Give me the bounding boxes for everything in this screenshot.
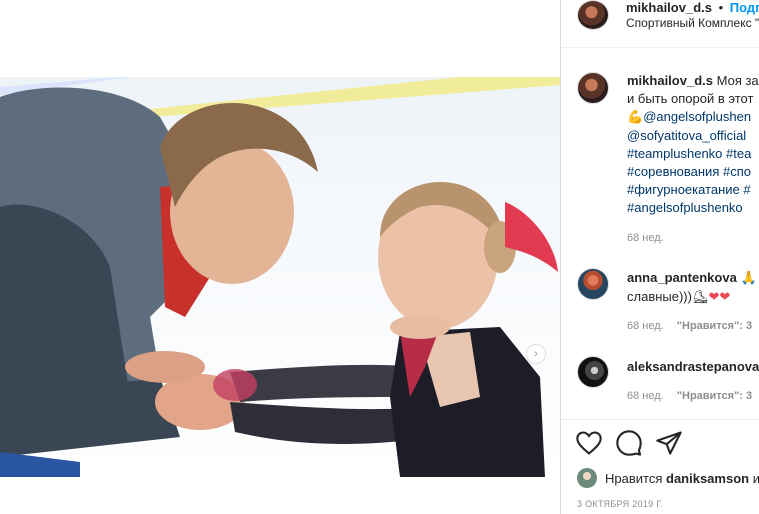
owner-avatar[interactable] [577,0,609,30]
post-header: mikhailov_d.s • Подп Спортивный Комплекс… [561,0,759,48]
heart-emoji-icon: ❤❤ [708,290,731,305]
muscle-emoji-icon: 💪 [627,110,644,125]
comment-likes[interactable]: "Нравится": 3 [677,390,752,402]
mention-link[interactable]: @sofyatitova_official [627,127,759,145]
separator-dot: • [718,0,724,15]
chevron-right-icon: › [534,348,538,360]
share-button[interactable] [655,429,683,457]
post-date[interactable]: 3 ОКТЯБРЯ 2019 Г. [577,499,663,509]
comment-username[interactable]: aleksandrastepanova [627,359,759,374]
heart-outline-icon [576,431,602,455]
mention-link[interactable]: @angelsofplushen [643,109,751,124]
liker-username[interactable]: daniksamson [666,471,749,486]
comment-avatar[interactable] [577,356,609,388]
owner-username[interactable]: mikhailov_d.s [626,0,712,15]
comment-time[interactable]: 68 нед. [627,320,664,332]
post-photo[interactable]: › [0,77,560,477]
photo-illustration [0,77,560,477]
hashtag-link[interactable]: #фигурноекатание # [627,181,759,199]
comment-username[interactable]: anna_pantenkova [627,270,737,285]
comment-text: anna_pantenkova 🙏 славные)))⛸❤❤ [627,270,757,305]
likes-summary: Нравится daniksamson и [577,468,759,490]
owner-line: mikhailov_d.s • Подп [626,0,759,15]
liker-avatar[interactable] [577,468,597,488]
comment-meta: 68 нед. "Нравится": 3 [627,320,752,332]
comment-meta: 68 нед. "Нравится": 3 [627,390,752,402]
post-side-panel: mikhailov_d.s • Подп Спортивный Комплекс… [560,0,759,514]
caption-time[interactable]: 68 нед. [627,232,664,244]
next-photo-button[interactable]: › [526,344,546,364]
comment-text: aleksandrastepanova [627,358,759,376]
caption-text: mikhailov_d.s Моя за и быть опорой в это… [627,73,759,217]
hashtag-link[interactable]: #соревнования #спо [627,163,759,181]
paper-plane-icon [656,431,682,455]
hashtag-link[interactable]: #teamplushenko #tea [627,145,759,163]
comment-likes[interactable]: "Нравится": 3 [677,320,752,332]
comment-time[interactable]: 68 нед. [627,390,664,402]
post-actions [561,429,759,461]
caption-username[interactable]: mikhailov_d.s [627,73,713,88]
comment-bubble-icon [616,430,642,456]
skate-icon: ⛸ [691,290,709,305]
caption-avatar[interactable] [577,72,609,104]
follow-button[interactable]: Подп [730,0,759,15]
comments-list[interactable]: mikhailov_d.s Моя за и быть опорой в это… [561,48,759,420]
like-button[interactable] [575,429,603,457]
comment-avatar[interactable] [577,268,609,300]
hashtag-link[interactable]: #angelsofplushenko [627,199,759,217]
comment-button[interactable] [615,429,643,457]
praying-hands-icon: 🙏 [740,271,757,286]
location-link[interactable]: Спортивный Комплекс " [626,16,759,30]
post-media-area: › [0,0,560,514]
